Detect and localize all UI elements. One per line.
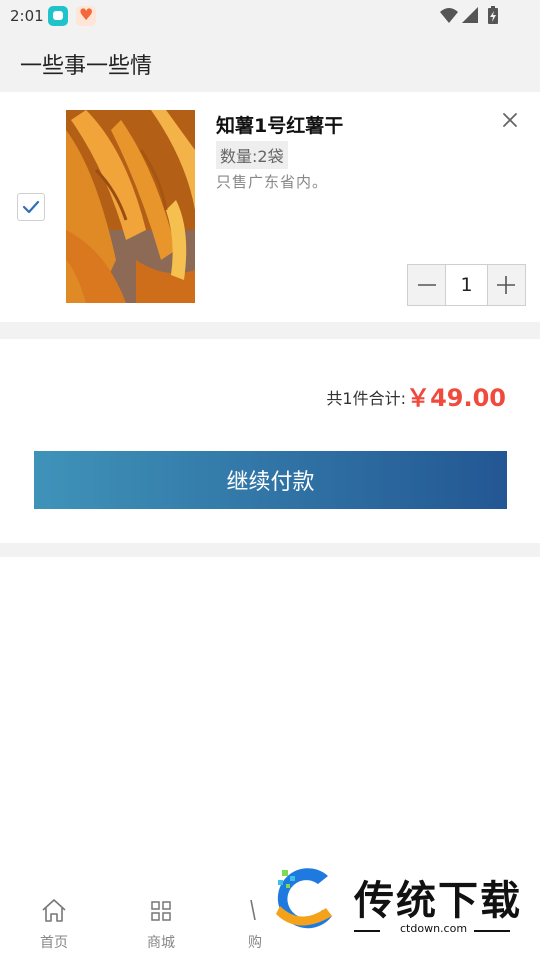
watermark: 传统下载 ctdown.com [268, 864, 520, 936]
quantity-value[interactable]: 1 [445, 265, 488, 305]
product-name[interactable]: 知薯1号红薯干 [216, 111, 343, 138]
watermark-rule [474, 930, 510, 932]
watermark-rule [354, 930, 380, 932]
section-divider [0, 543, 540, 557]
nav-item-home[interactable]: 首页 [19, 898, 89, 952]
app-notification-icon [48, 6, 68, 26]
minus-icon [417, 284, 436, 286]
page-title: 一些事一些情 [20, 54, 153, 79]
nav-label-home: 首页 [40, 935, 68, 951]
status-time: 2:01 [10, 7, 44, 25]
continue-payment-button[interactable]: 继续付款 [34, 451, 507, 509]
home-icon [42, 899, 66, 922]
sweet-potato-photo [66, 110, 195, 303]
page-header: 一些事一些情 [0, 32, 540, 92]
watermark-brand: 传统下载 [354, 878, 522, 924]
nav-label-mall: 商城 [147, 935, 175, 951]
status-indicators [440, 6, 498, 24]
total-label: 共1件合计: [326, 389, 406, 408]
plus-icon [497, 276, 516, 294]
nav-item-mall[interactable]: 商城 [126, 898, 196, 952]
watermark-logo-icon [276, 868, 332, 929]
wifi-icon [440, 8, 458, 23]
heart-app-icon [76, 5, 96, 26]
decrease-button[interactable] [408, 265, 446, 305]
signal-icon [462, 7, 478, 23]
product-spec: 数量:2袋 [216, 141, 288, 169]
increase-button[interactable] [487, 265, 525, 305]
item-checkbox[interactable] [17, 193, 45, 221]
order-summary [0, 339, 540, 543]
cart-icon [250, 899, 256, 921]
total-price: ￥49.00 [406, 384, 506, 412]
status-bar: 2:01 [0, 0, 540, 32]
product-note: 只售广东省内。 [216, 173, 329, 191]
product-image[interactable] [66, 110, 195, 303]
check-icon [22, 200, 40, 214]
section-divider [0, 322, 540, 339]
grid-icon [151, 901, 171, 921]
close-icon[interactable] [500, 110, 520, 130]
quantity-stepper: 1 [407, 264, 526, 306]
watermark-url: ctdown.com [400, 922, 468, 935]
